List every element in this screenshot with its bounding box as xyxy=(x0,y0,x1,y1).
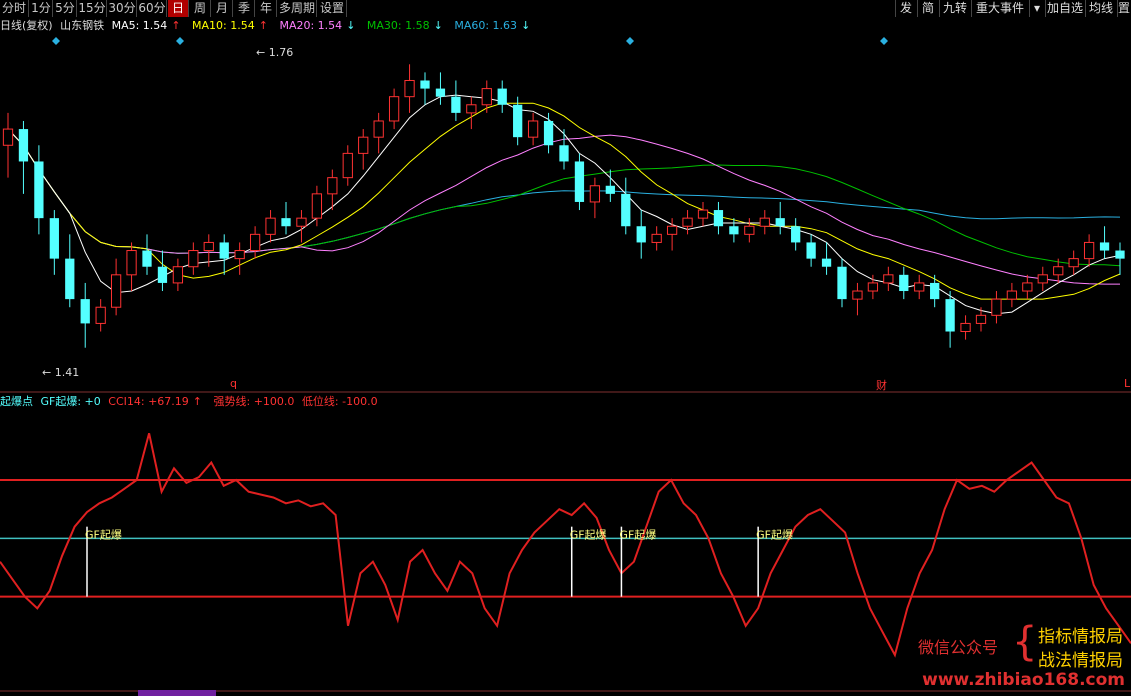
candle-body xyxy=(110,274,122,308)
candle-body xyxy=(899,274,909,292)
candle-body xyxy=(605,185,615,194)
candle-body xyxy=(49,218,59,259)
candle-body xyxy=(1053,266,1064,276)
watermark-brace: { xyxy=(1012,619,1038,665)
marker-l: L xyxy=(1124,377,1131,390)
candle-body xyxy=(621,193,631,227)
candle-body xyxy=(744,225,755,235)
event-diamond-2 xyxy=(626,37,634,45)
candle-body xyxy=(358,136,369,154)
watermark-line2: 战法情报局 xyxy=(1038,651,1123,671)
candle-body xyxy=(636,226,646,243)
candle-body xyxy=(126,250,137,276)
candle-body xyxy=(296,217,307,227)
candle-body xyxy=(867,282,879,292)
candle-body xyxy=(697,209,709,219)
candle-body xyxy=(435,88,446,97)
candle-body xyxy=(157,266,168,283)
candle-body xyxy=(466,104,477,114)
candle-body xyxy=(883,274,894,284)
price-chart[interactable]: GF起爆 GF起爆 GF起爆 GF起爆 xyxy=(0,0,1131,696)
candle-body xyxy=(791,226,801,243)
candle-body xyxy=(80,299,90,324)
candle-body xyxy=(1006,290,1018,300)
candle-body xyxy=(481,88,492,106)
cci-line xyxy=(0,433,1131,658)
candle-body xyxy=(281,218,291,227)
signal-label-0: GF起爆 xyxy=(85,528,122,542)
candle-body xyxy=(666,225,678,235)
candle-body xyxy=(497,88,507,105)
candle-body xyxy=(930,282,940,300)
watermark-wechat: 微信公众号 xyxy=(918,638,999,657)
marker-q: q xyxy=(230,377,237,390)
candle-body xyxy=(234,250,245,260)
signal-label-1: GF起爆 xyxy=(570,528,607,542)
candle-body xyxy=(2,128,14,146)
candle-body xyxy=(188,250,199,268)
watermark-url: www.zhibiao168.com xyxy=(922,670,1125,690)
candle-body xyxy=(1099,242,1110,251)
high-price-label: ← 1.76 xyxy=(256,46,294,59)
candle-body xyxy=(65,258,75,300)
candle-body xyxy=(404,79,415,98)
candle-body xyxy=(172,266,184,284)
candle-body xyxy=(373,120,384,138)
low-price-label: ← 1.41 xyxy=(42,366,80,379)
candle-body xyxy=(574,161,585,202)
candle-body xyxy=(34,161,44,219)
candle-body xyxy=(18,129,29,162)
marker-cai: 财 xyxy=(876,379,887,392)
candle-body xyxy=(759,217,770,227)
candle-body xyxy=(142,250,152,267)
candle-body xyxy=(559,145,569,162)
candle-body xyxy=(589,185,601,203)
event-diamond-1 xyxy=(176,37,184,45)
candle-body xyxy=(775,218,785,227)
candle-body xyxy=(1022,282,1033,292)
candle-body xyxy=(713,210,724,227)
candle-body xyxy=(451,96,461,113)
candle-body xyxy=(513,104,523,138)
candle-body xyxy=(821,258,832,267)
signal-label-2: GF起爆 xyxy=(619,528,656,542)
candle-body xyxy=(991,298,1002,316)
candle-body xyxy=(1115,250,1125,259)
event-diamond-0 xyxy=(52,37,60,45)
signal-label-3: GF起爆 xyxy=(756,528,793,542)
watermark-line1: 指标情报局 xyxy=(1038,627,1123,647)
candle-body xyxy=(311,193,323,219)
candle-body xyxy=(1037,274,1048,284)
candle-body xyxy=(388,96,400,122)
bottom-highlight xyxy=(138,690,216,696)
candle-body xyxy=(527,120,539,138)
candle-body xyxy=(682,217,693,227)
candle-body xyxy=(1083,241,1095,260)
candle-body xyxy=(265,217,276,235)
candle-body xyxy=(651,233,662,243)
candle-body xyxy=(837,266,847,300)
candle-body xyxy=(945,299,955,332)
candle-body xyxy=(975,314,987,324)
candle-body xyxy=(249,233,261,252)
candle-body xyxy=(960,322,971,333)
candle-body xyxy=(543,120,554,146)
candle-body xyxy=(852,290,863,300)
candle-body xyxy=(203,241,214,252)
candle-body xyxy=(914,282,925,292)
candle-body xyxy=(806,242,816,259)
candle-body xyxy=(420,80,430,89)
candle-body xyxy=(95,306,106,324)
candle-body xyxy=(1068,258,1079,268)
candle-body xyxy=(219,242,229,259)
candle-body xyxy=(729,226,739,235)
candle-body xyxy=(342,152,353,179)
candle-body xyxy=(327,177,338,195)
event-diamond-3 xyxy=(880,37,888,45)
